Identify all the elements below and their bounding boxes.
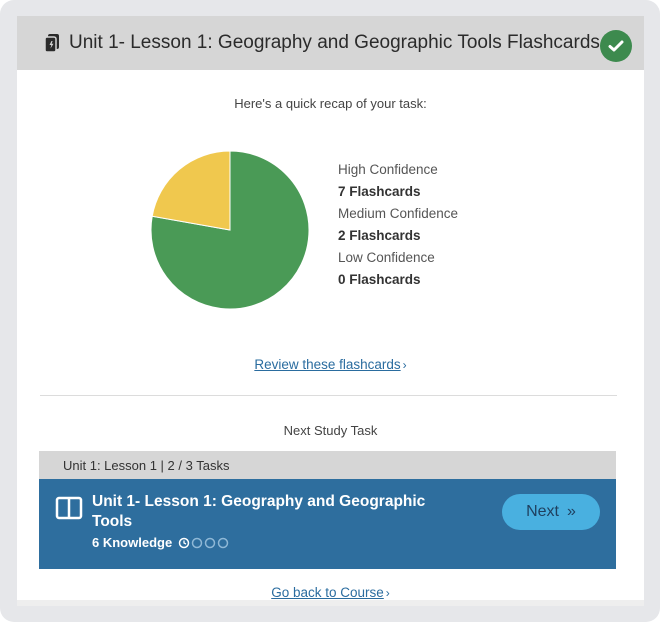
next-button-label: Next: [526, 503, 559, 520]
book-icon: [55, 496, 83, 525]
task-meta-bar: Unit 1: Lesson 1 | 2 / 3 Tasks: [39, 451, 616, 479]
empty-circle-icon: [191, 537, 203, 548]
review-flashcards-link[interactable]: Review these flashcards ›: [254, 357, 406, 372]
legend-label-high: High Confidence: [338, 162, 438, 177]
card-header: Unit 1- Lesson 1: Geography and Geograph…: [17, 16, 644, 70]
section-divider: [40, 395, 617, 396]
flashcard-deck-icon: [43, 33, 61, 53]
next-task-bar[interactable]: Unit 1- Lesson 1: Geography and Geograph…: [39, 479, 616, 569]
next-task-title: Unit 1- Lesson 1: Geography and Geograph…: [92, 493, 426, 530]
page-frame: Unit 1- Lesson 1: Geography and Geograph…: [0, 0, 660, 622]
chevron-right-icon: ›: [385, 586, 390, 600]
page-title: Unit 1- Lesson 1: Geography and Geograph…: [69, 32, 600, 53]
knowledge-info: 6 Knowledge: [92, 535, 229, 550]
review-link-row: Review these flashcards ›: [17, 356, 644, 374]
review-flashcards-label: Review these flashcards: [254, 357, 401, 372]
go-back-to-course-link[interactable]: Go back to Course ›: [271, 585, 390, 600]
legend-label-low: Low Confidence: [338, 250, 435, 265]
legend-count-low: 0 Flashcards: [338, 272, 421, 287]
chart-legend: High Confidence 7 Flashcards Medium Conf…: [338, 159, 458, 291]
legend-count-medium: 2 Flashcards: [338, 228, 421, 243]
empty-circle-icon: [204, 537, 216, 548]
pie-slice-medium-confidence: [151, 150, 231, 231]
check-icon: [600, 30, 632, 62]
clock-icon: [178, 537, 190, 548]
knowledge-progress-dots: [178, 537, 229, 549]
next-button[interactable]: Next »: [502, 494, 600, 530]
task-summary-card: Unit 1- Lesson 1: Geography and Geograph…: [17, 16, 644, 606]
legend-count-high: 7 Flashcards: [338, 184, 421, 199]
confidence-pie-chart: [150, 150, 310, 310]
empty-circle-icon: [217, 537, 229, 548]
chevron-right-icon: ›: [402, 358, 407, 372]
knowledge-count: 6 Knowledge: [92, 535, 173, 550]
next-study-task-label: Next Study Task: [283, 423, 378, 438]
go-back-label: Go back to Course: [271, 585, 384, 600]
recap-intro: Here's a quick recap of your task:: [234, 96, 427, 111]
bottom-edge: [17, 600, 644, 606]
legend-label-medium: Medium Confidence: [338, 206, 459, 221]
double-chevron-right-icon: »: [567, 503, 576, 520]
